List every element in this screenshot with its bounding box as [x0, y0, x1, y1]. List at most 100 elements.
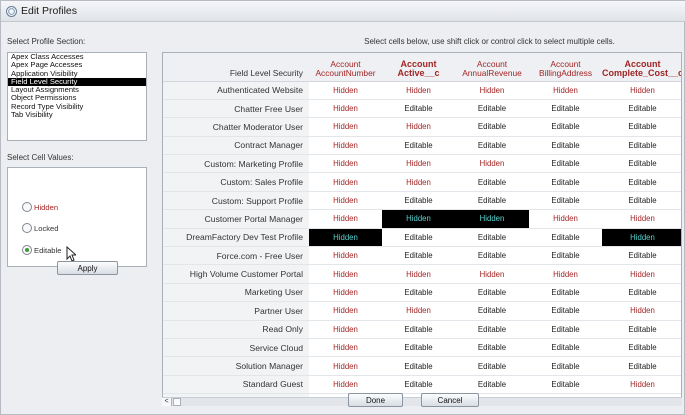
permission-cell[interactable]: Editable: [382, 191, 455, 211]
radio-hidden-icon[interactable]: [22, 202, 32, 212]
apply-button[interactable]: Apply: [57, 261, 118, 275]
done-button[interactable]: Done: [348, 393, 403, 407]
permission-cell[interactable]: Editable: [382, 356, 455, 376]
profile-name-cell[interactable]: Custom: Marketing Profile: [163, 154, 309, 174]
permission-cell[interactable]: Hidden: [309, 338, 382, 358]
permission-cell[interactable]: Hidden: [382, 209, 455, 229]
profile-name-cell[interactable]: Read Only: [163, 320, 309, 339]
permission-cell[interactable]: Editable: [602, 136, 681, 156]
permission-cell[interactable]: Editable: [529, 246, 602, 266]
permission-cell[interactable]: Hidden: [309, 246, 382, 266]
cancel-button[interactable]: Cancel: [421, 393, 479, 407]
profile-name-cell[interactable]: Marketing User: [163, 283, 309, 303]
profile-name-cell[interactable]: Chatter Moderator User: [163, 117, 309, 137]
profile-name-cell[interactable]: High Volume Customer Portal: [163, 264, 309, 284]
permission-cell[interactable]: Editable: [602, 246, 681, 266]
permission-cell[interactable]: Hidden: [309, 301, 382, 321]
permission-cell[interactable]: Editable: [529, 172, 602, 192]
permission-cell[interactable]: Editable: [382, 99, 455, 119]
column-header[interactable]: Account AccountNumber: [309, 53, 382, 82]
permission-cell[interactable]: Editable: [382, 246, 455, 266]
permission-cell[interactable]: Hidden: [309, 320, 382, 339]
permission-cell[interactable]: Editable: [529, 375, 602, 395]
permission-cell[interactable]: Editable: [455, 320, 529, 339]
permission-cell[interactable]: Editable: [455, 117, 529, 137]
profile-name-cell[interactable]: Partner User: [163, 301, 309, 321]
permission-cell[interactable]: Hidden: [529, 209, 602, 229]
permission-cell[interactable]: Hidden: [382, 301, 455, 321]
profile-name-cell[interactable]: Service Cloud: [163, 338, 309, 358]
permission-cell[interactable]: Hidden: [309, 264, 382, 284]
permission-cell[interactable]: Editable: [455, 99, 529, 119]
scrollbar-thumb[interactable]: [173, 398, 181, 406]
radio-locked-icon[interactable]: [22, 223, 32, 233]
permission-cell[interactable]: Editable: [455, 338, 529, 358]
permission-cell[interactable]: Editable: [455, 375, 529, 395]
permission-cell[interactable]: Editable: [455, 283, 529, 303]
permission-cell[interactable]: Editable: [455, 356, 529, 376]
permission-cell[interactable]: Hidden: [382, 264, 455, 284]
permission-cell[interactable]: Hidden: [309, 209, 382, 229]
permission-cell[interactable]: Editable: [455, 191, 529, 211]
permission-cell[interactable]: Hidden: [309, 136, 382, 156]
permission-cell[interactable]: Hidden: [529, 81, 602, 100]
permission-cell[interactable]: Hidden: [309, 228, 382, 248]
permission-cell[interactable]: Editable: [529, 283, 602, 303]
permission-cell[interactable]: Hidden: [309, 375, 382, 395]
permission-cell[interactable]: Hidden: [602, 264, 681, 284]
column-header[interactable]: Account AnnualRevenue: [455, 53, 529, 82]
permission-cell[interactable]: Editable: [455, 301, 529, 321]
profile-section-item[interactable]: Tab Visibility: [8, 110, 146, 119]
permission-cell[interactable]: Hidden: [602, 301, 681, 321]
permission-cell[interactable]: Editable: [455, 246, 529, 266]
permission-cell[interactable]: Hidden: [309, 356, 382, 376]
radio-locked[interactable]: Locked: [22, 223, 59, 233]
permission-cell[interactable]: Editable: [529, 136, 602, 156]
permission-cell[interactable]: Hidden: [602, 209, 681, 229]
column-header[interactable]: Account Complete_Cost__c: [602, 53, 681, 82]
permission-cell[interactable]: Editable: [382, 228, 455, 248]
permission-cell[interactable]: Editable: [602, 320, 681, 339]
profile-name-cell[interactable]: Authenticated Website: [163, 81, 309, 100]
permission-cell[interactable]: Hidden: [309, 191, 382, 211]
permission-cell[interactable]: Editable: [382, 320, 455, 339]
permission-cell[interactable]: Editable: [602, 172, 681, 192]
permission-cell[interactable]: Editable: [529, 228, 602, 248]
permission-cell[interactable]: Hidden: [602, 81, 681, 100]
radio-editable[interactable]: Editable: [22, 245, 61, 255]
profile-name-cell[interactable]: Contract Manager: [163, 136, 309, 156]
permission-cell[interactable]: Hidden: [382, 81, 455, 100]
profile-name-cell[interactable]: Custom: Sales Profile: [163, 172, 309, 192]
column-header[interactable]: Account Active__c: [382, 53, 455, 82]
permission-cell[interactable]: Hidden: [382, 117, 455, 137]
profile-name-cell[interactable]: DreamFactory Dev Test Profile: [163, 228, 309, 248]
permission-cell[interactable]: Hidden: [309, 172, 382, 192]
permission-cell[interactable]: Editable: [529, 191, 602, 211]
permission-cell[interactable]: Hidden: [309, 81, 382, 100]
permission-cell[interactable]: Editable: [529, 320, 602, 339]
permission-cell[interactable]: Hidden: [602, 375, 681, 395]
radio-editable-icon[interactable]: [22, 245, 32, 255]
permission-cell[interactable]: Hidden: [455, 81, 529, 100]
permission-cell[interactable]: Editable: [602, 191, 681, 211]
permission-cell[interactable]: Hidden: [309, 99, 382, 119]
permission-cell[interactable]: Editable: [455, 228, 529, 248]
permission-cell[interactable]: Hidden: [382, 172, 455, 192]
permission-cell[interactable]: Hidden: [602, 228, 681, 248]
permission-cell[interactable]: Editable: [382, 338, 455, 358]
profile-name-cell[interactable]: Solution Manager: [163, 356, 309, 376]
permission-cell[interactable]: Editable: [602, 356, 681, 376]
permission-cell[interactable]: Editable: [529, 338, 602, 358]
permission-cell[interactable]: Hidden: [309, 154, 382, 174]
permission-cell[interactable]: Editable: [529, 117, 602, 137]
permission-cell[interactable]: Editable: [455, 136, 529, 156]
radio-hidden[interactable]: Hidden: [22, 202, 58, 212]
permission-cell[interactable]: Editable: [382, 136, 455, 156]
permission-cell[interactable]: Hidden: [382, 154, 455, 174]
permission-cell[interactable]: Editable: [529, 356, 602, 376]
profile-name-cell[interactable]: Standard Guest: [163, 375, 309, 395]
permission-cell[interactable]: Hidden: [309, 283, 382, 303]
column-header-field-level-security[interactable]: Field Level Security: [163, 53, 309, 82]
permission-cell[interactable]: Editable: [602, 338, 681, 358]
profile-name-cell[interactable]: Custom: Support Profile: [163, 191, 309, 211]
